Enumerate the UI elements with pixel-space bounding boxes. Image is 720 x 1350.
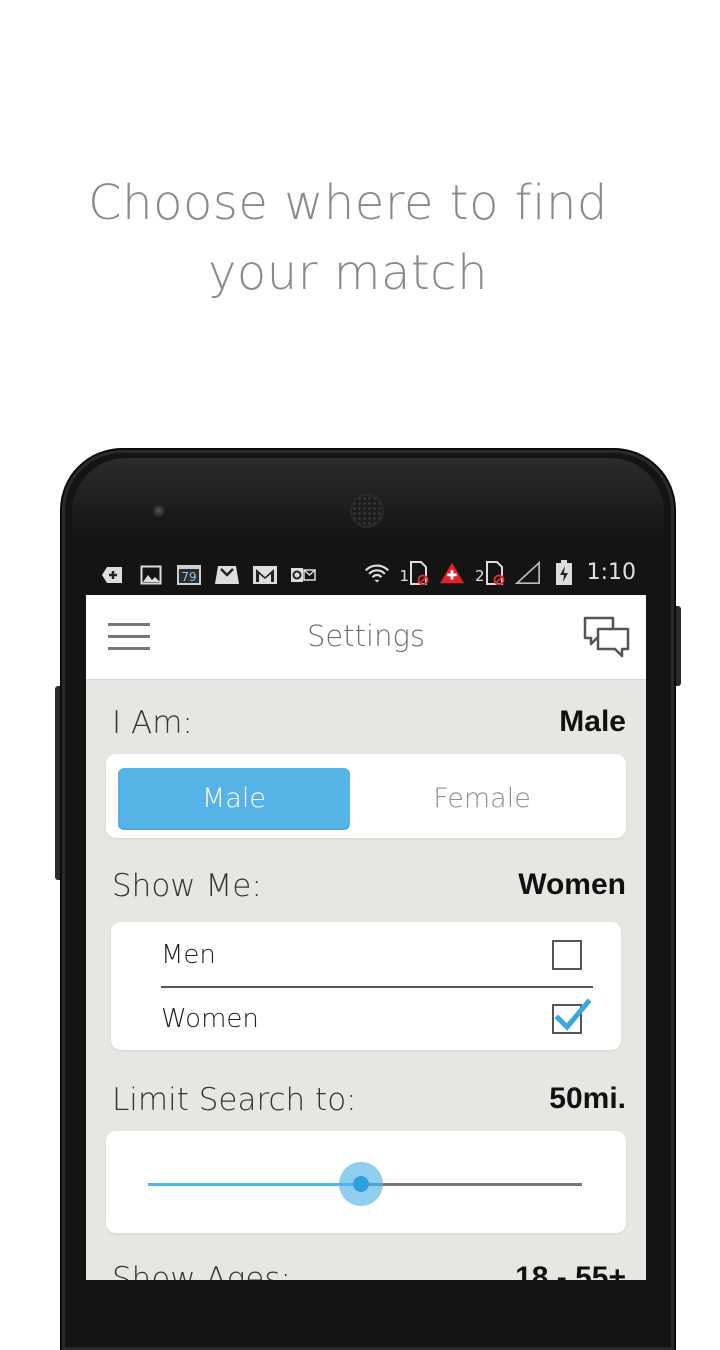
- calendar-icon: 79: [176, 564, 202, 586]
- wifi-icon: [364, 562, 390, 584]
- battery-charging-icon: [551, 559, 577, 585]
- front-camera-icon: [153, 505, 167, 519]
- outlook-icon: [290, 564, 316, 586]
- sim-no-signal-icon: [410, 560, 429, 585]
- segment-male[interactable]: Male: [118, 768, 350, 830]
- show-ages-label: Show Ages:: [112, 1261, 291, 1280]
- status-bar: 79 1 2 1:10: [86, 558, 646, 594]
- headline-line-1: Choose where to find: [88, 175, 608, 231]
- app-screen: Settings I Am: Male Male Female Show Me:…: [86, 595, 646, 1280]
- checkmark-icon: [554, 998, 592, 1031]
- notification-add-icon: [100, 564, 126, 586]
- sim1-status: 1: [399, 560, 430, 585]
- sim1-label: 1: [399, 566, 410, 585]
- distance-slider-card: [106, 1131, 626, 1233]
- limit-search-label: Limit Search to:: [112, 1082, 357, 1118]
- option-women[interactable]: Women: [111, 988, 621, 1050]
- gender-segmented-control: Male Female: [106, 754, 626, 838]
- page-title: Settings: [307, 619, 425, 653]
- men-checkbox[interactable]: [552, 940, 582, 970]
- show-me-options: Men Women: [111, 922, 621, 1050]
- app-bar: Settings: [86, 595, 646, 680]
- onboarding-headline: Choose where to find your match: [0, 168, 696, 308]
- segment-female[interactable]: Female: [364, 768, 600, 830]
- signal-icon: [514, 560, 541, 584]
- sim-no-signal-icon: [485, 560, 504, 585]
- mailbox-icon: [214, 564, 240, 586]
- option-women-label: Women: [161, 1004, 259, 1034]
- slider-track-filled: [148, 1183, 361, 1186]
- slider-thumb-center[interactable]: [352, 1176, 369, 1192]
- alert-icon: [439, 562, 465, 584]
- gmail-icon: [252, 564, 278, 586]
- chat-icon[interactable]: [582, 615, 632, 661]
- headline-line-2: your match: [208, 245, 488, 301]
- image-icon: [138, 564, 164, 586]
- i-am-value: Male: [559, 705, 626, 738]
- sim2-status: 2: [475, 560, 505, 585]
- option-men[interactable]: Men: [111, 924, 621, 986]
- i-am-label: I Am:: [112, 705, 193, 741]
- limit-search-value: 50mi.: [549, 1082, 626, 1115]
- show-me-label: Show Me:: [112, 868, 262, 904]
- phone-power-button: [673, 606, 681, 686]
- women-checkbox[interactable]: [552, 998, 592, 1034]
- show-ages-value: 18 - 55+: [515, 1261, 626, 1280]
- slider-track-empty: [360, 1183, 582, 1186]
- show-me-value: Women: [518, 868, 626, 901]
- option-men-label: Men: [161, 940, 216, 970]
- status-time: 1:10: [586, 560, 636, 585]
- sim2-label: 2: [475, 566, 485, 585]
- calendar-badge: 79: [181, 570, 196, 584]
- earpiece-speaker-icon: [352, 496, 382, 526]
